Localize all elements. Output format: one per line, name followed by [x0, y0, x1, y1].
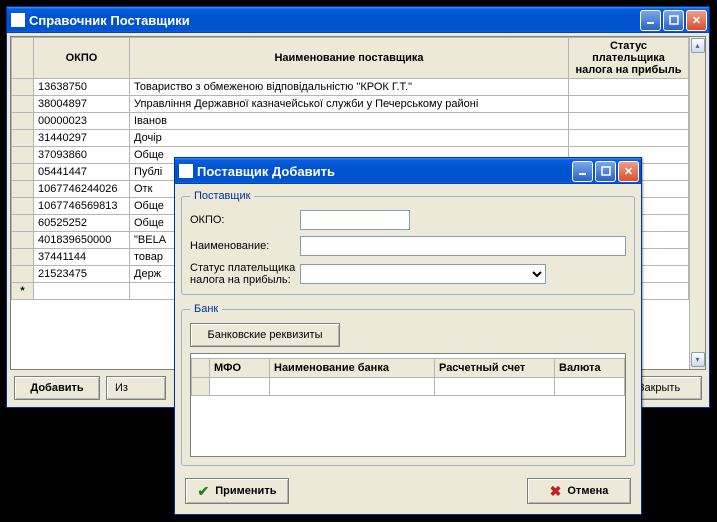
cell-okpo: 60525252	[34, 215, 130, 232]
cell-okpo: 05441447	[34, 164, 130, 181]
cancel-label: Отмена	[567, 485, 608, 497]
row-header	[12, 266, 34, 283]
main-title: Справочник Поставщики	[29, 13, 638, 28]
okpo-label: ОКПО:	[190, 214, 300, 226]
col-status[interactable]: Статус плательщика налога на прибыль	[569, 38, 689, 79]
bank-row[interactable]	[192, 378, 625, 396]
bank-group: Банк Банковские реквизиты МФО Наименован…	[181, 303, 635, 466]
apply-button[interactable]: ✔ Применить	[185, 478, 289, 504]
col-currency[interactable]: Валюта	[555, 359, 625, 378]
cell-name: Дочір	[130, 130, 569, 147]
supplier-group-legend: Поставщик	[190, 190, 254, 202]
edit-button[interactable]: Из	[106, 376, 166, 400]
add-button[interactable]: Добавить	[14, 376, 100, 400]
main-titlebar[interactable]: Справочник Поставщики ✕	[7, 7, 709, 33]
cell-okpo: 401839650000	[34, 232, 130, 249]
row-header	[12, 249, 34, 266]
row-header	[12, 96, 34, 113]
row-header	[12, 130, 34, 147]
cell-okpo: 37093860	[34, 147, 130, 164]
status-select[interactable]	[300, 264, 546, 284]
check-icon: ✔	[198, 483, 210, 500]
table-row[interactable]: 31440297Дочір	[12, 130, 689, 147]
scroll-up-icon[interactable]: ▴	[691, 38, 705, 53]
app-icon	[179, 164, 193, 178]
table-row[interactable]: 00000023Іванов	[12, 113, 689, 130]
row-header	[12, 113, 34, 130]
col-okpo[interactable]: ОКПО	[34, 38, 130, 79]
app-icon	[11, 13, 25, 27]
cell-status	[569, 96, 689, 113]
col-mfo[interactable]: МФО	[210, 359, 270, 378]
dialog-close-button[interactable]: ✕	[618, 161, 639, 182]
close-button[interactable]: ✕	[686, 10, 707, 31]
cell-okpo: 37441144	[34, 249, 130, 266]
bank-grid[interactable]: МФО Наименование банка Расчетный счет Ва…	[191, 358, 625, 396]
col-name[interactable]: Наименование поставщика	[130, 38, 569, 79]
row-header	[12, 79, 34, 96]
new-row-marker: *	[12, 283, 34, 300]
cell-name: Іванов	[130, 113, 569, 130]
x-icon: ✖	[550, 483, 562, 500]
bank-group-legend: Банк	[190, 303, 222, 315]
table-row[interactable]: 38004897Управління Державної казначейськ…	[12, 96, 689, 113]
row-header	[12, 215, 34, 232]
name-label: Наименование:	[190, 240, 300, 252]
row-header	[12, 198, 34, 215]
scroll-down-icon[interactable]: ▾	[691, 352, 705, 367]
dialog-titlebar[interactable]: Поставщик Добавить ✕	[175, 158, 641, 184]
vertical-scrollbar[interactable]: ▴ ▾	[689, 37, 705, 369]
cell-okpo: 13638750	[34, 79, 130, 96]
dialog-maximize-button[interactable]	[595, 161, 616, 182]
row-header	[12, 181, 34, 198]
okpo-input[interactable]	[300, 210, 410, 230]
cell-okpo: 00000023	[34, 113, 130, 130]
supplier-group: Поставщик ОКПО: Наименование: Статус пла…	[181, 190, 635, 295]
dialog-minimize-button[interactable]	[572, 161, 593, 182]
dialog-window: Поставщик Добавить ✕ Поставщик ОКПО: Наи…	[174, 157, 642, 515]
minimize-button[interactable]	[640, 10, 661, 31]
cell-okpo: 31440297	[34, 130, 130, 147]
cell-name: Товариство з обмеженою відповідальністю …	[130, 79, 569, 96]
cell-okpo: 21523475	[34, 266, 130, 283]
cell-okpo: 38004897	[34, 96, 130, 113]
cell-okpo: 1067746569813	[34, 198, 130, 215]
status-label: Статус плательщика налога на прибыль:	[190, 262, 300, 286]
cell-status	[569, 79, 689, 96]
cell-status	[569, 130, 689, 147]
table-row[interactable]: 13638750Товариство з обмеженою відповіда…	[12, 79, 689, 96]
maximize-button[interactable]	[663, 10, 684, 31]
row-header	[12, 164, 34, 181]
name-input[interactable]	[300, 236, 626, 256]
cell-okpo: 1067746244026	[34, 181, 130, 198]
row-header	[12, 147, 34, 164]
col-account[interactable]: Расчетный счет	[435, 359, 555, 378]
bank-details-button[interactable]: Банковские реквизиты	[190, 323, 340, 347]
cell-status	[569, 113, 689, 130]
cell-name: Управління Державної казначейської служб…	[130, 96, 569, 113]
dialog-title: Поставщик Добавить	[197, 164, 570, 179]
col-bank-name[interactable]: Наименование банка	[270, 359, 435, 378]
row-header	[12, 232, 34, 249]
bank-row-header	[192, 359, 210, 378]
row-header-blank	[12, 38, 34, 79]
apply-label: Применить	[215, 485, 276, 497]
cancel-button[interactable]: ✖ Отмена	[527, 478, 631, 504]
